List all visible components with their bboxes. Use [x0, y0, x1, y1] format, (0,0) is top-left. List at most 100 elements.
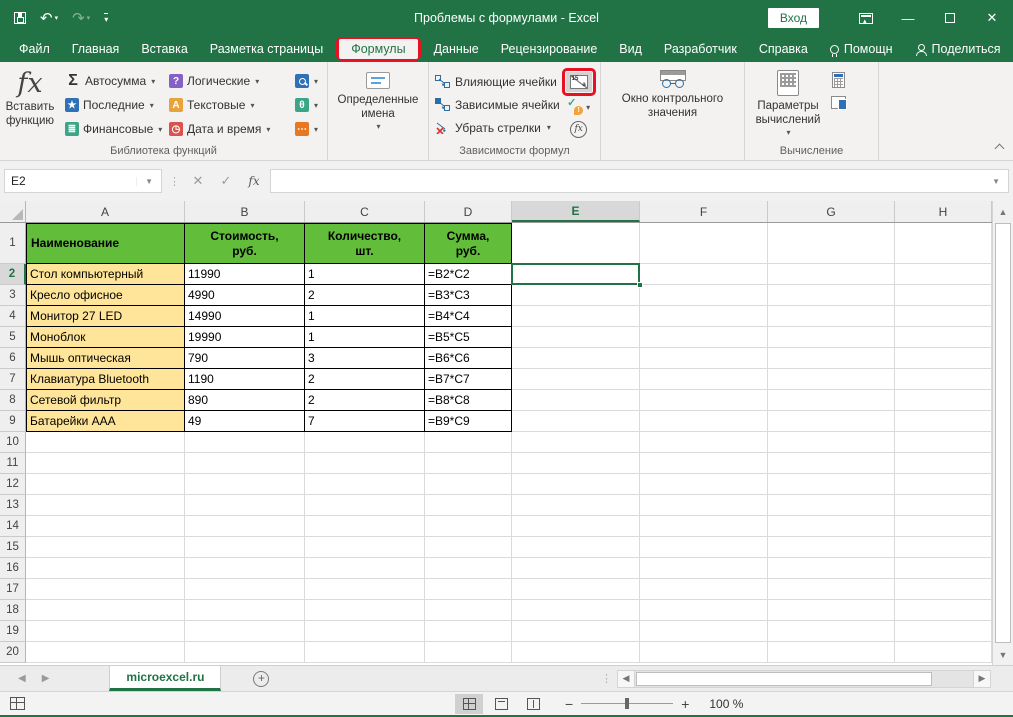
cell-B4[interactable]: 14990 — [185, 306, 305, 327]
cell-G1[interactable] — [768, 223, 895, 264]
row-header-7[interactable]: 7 — [0, 369, 26, 390]
cell-G12[interactable] — [768, 474, 895, 495]
row-header-18[interactable]: 18 — [0, 600, 26, 621]
cell-B7[interactable]: 1190 — [185, 369, 305, 390]
cell-E18[interactable] — [512, 600, 640, 621]
cell-C15[interactable] — [305, 537, 425, 558]
cell-D1[interactable]: Сумма, руб. — [425, 223, 512, 264]
column-header-B[interactable]: B — [185, 201, 305, 222]
cell-G13[interactable] — [768, 495, 895, 516]
cell-F6[interactable] — [640, 348, 768, 369]
cell-H1[interactable] — [895, 223, 992, 264]
cell-B10[interactable] — [185, 432, 305, 453]
cell-D9[interactable]: =B9*C9 — [425, 411, 512, 432]
cell-F15[interactable] — [640, 537, 768, 558]
fill-handle[interactable] — [637, 282, 643, 288]
defined-names-button[interactable]: Определенные имена▾ — [328, 66, 428, 134]
cell-F18[interactable] — [640, 600, 768, 621]
cell-H18[interactable] — [895, 600, 992, 621]
cell-C7[interactable]: 2 — [305, 369, 425, 390]
tab-file[interactable]: Файл — [8, 38, 61, 60]
cell-F10[interactable] — [640, 432, 768, 453]
cell-A17[interactable] — [26, 579, 185, 600]
cell-C1[interactable]: Количество, шт. — [305, 223, 425, 264]
cell-D17[interactable] — [425, 579, 512, 600]
confirm-entry-button[interactable]: ✓ — [214, 173, 238, 189]
cell-E14[interactable] — [512, 516, 640, 537]
row-header-3[interactable]: 3 — [0, 285, 26, 306]
cell-E5[interactable] — [512, 327, 640, 348]
cell-F2[interactable] — [640, 264, 768, 285]
cell-E12[interactable] — [512, 474, 640, 495]
zoom-level[interactable]: 100 % — [699, 697, 743, 711]
recent-functions-button[interactable]: ★Последние▾ — [60, 93, 164, 117]
cell-A3[interactable]: Кресло офисное — [26, 285, 185, 306]
cell-H19[interactable] — [895, 621, 992, 642]
cell-G15[interactable] — [768, 537, 895, 558]
cell-A10[interactable] — [26, 432, 185, 453]
cell-G6[interactable] — [768, 348, 895, 369]
cell-D2[interactable]: =B2*C2 — [425, 264, 512, 285]
cell-G19[interactable] — [768, 621, 895, 642]
row-header-13[interactable]: 13 — [0, 495, 26, 516]
cell-F8[interactable] — [640, 390, 768, 411]
cell-B8[interactable]: 890 — [185, 390, 305, 411]
cell-G18[interactable] — [768, 600, 895, 621]
cell-F9[interactable] — [640, 411, 768, 432]
insert-function-small-button[interactable]: fx — [242, 174, 266, 188]
cell-C13[interactable] — [305, 495, 425, 516]
cell-B2[interactable]: 11990 — [185, 264, 305, 285]
cell-C12[interactable] — [305, 474, 425, 495]
error-checking-button[interactable]: ✓!▾ — [567, 96, 590, 118]
cell-E16[interactable] — [512, 558, 640, 579]
tab-view[interactable]: Вид — [608, 38, 653, 60]
sheet-prev-icon[interactable]: ◀ — [18, 673, 26, 684]
cell-C10[interactable] — [305, 432, 425, 453]
close-button[interactable]: ✕ — [971, 0, 1013, 36]
customize-qat-button[interactable]: ▾ — [104, 13, 108, 24]
row-header-17[interactable]: 17 — [0, 579, 26, 600]
cell-B9[interactable]: 49 — [185, 411, 305, 432]
cell-C11[interactable] — [305, 453, 425, 474]
cell-E17[interactable] — [512, 579, 640, 600]
select-all-corner[interactable] — [0, 201, 26, 222]
column-header-F[interactable]: F — [640, 201, 768, 222]
cell-G10[interactable] — [768, 432, 895, 453]
cell-E7[interactable] — [512, 369, 640, 390]
cell-A8[interactable]: Сетевой фильтр — [26, 390, 185, 411]
cell-A18[interactable] — [26, 600, 185, 621]
cell-G9[interactable] — [768, 411, 895, 432]
cell-C3[interactable]: 2 — [305, 285, 425, 306]
cell-H4[interactable] — [895, 306, 992, 327]
cell-G17[interactable] — [768, 579, 895, 600]
column-header-D[interactable]: D — [425, 201, 512, 222]
row-header-8[interactable]: 8 — [0, 390, 26, 411]
cell-D14[interactable] — [425, 516, 512, 537]
cell-F16[interactable] — [640, 558, 768, 579]
row-header-14[interactable]: 14 — [0, 516, 26, 537]
cell-A20[interactable] — [26, 642, 185, 663]
cell-A19[interactable] — [26, 621, 185, 642]
cell-B5[interactable]: 19990 — [185, 327, 305, 348]
sheet-next-icon[interactable]: ▶ — [42, 673, 50, 684]
cell-D10[interactable] — [425, 432, 512, 453]
cell-F3[interactable] — [640, 285, 768, 306]
column-header-G[interactable]: G — [768, 201, 895, 222]
watch-window-button[interactable]: Окно контрольного значения — [601, 66, 744, 123]
maximize-button[interactable] — [929, 0, 971, 36]
insert-function-button[interactable]: fx Вставить функцию — [0, 66, 60, 141]
cell-F17[interactable] — [640, 579, 768, 600]
cell-D20[interactable] — [425, 642, 512, 663]
cell-C2[interactable]: 1 — [305, 264, 425, 285]
row-header-2[interactable]: 2 — [0, 264, 26, 285]
evaluate-formula-button[interactable]: fx — [570, 118, 587, 140]
zoom-slider-handle[interactable] — [625, 698, 629, 709]
undo-button[interactable]: ↶▾ — [40, 9, 58, 27]
tab-assistant[interactable]: Помощн — [819, 38, 904, 60]
remove-arrows-button[interactable]: Убрать стрелки▾ — [435, 116, 560, 139]
cell-F20[interactable] — [640, 642, 768, 663]
cell-H14[interactable] — [895, 516, 992, 537]
cell-H17[interactable] — [895, 579, 992, 600]
cell-B1[interactable]: Стоимость, руб. — [185, 223, 305, 264]
cell-A16[interactable] — [26, 558, 185, 579]
